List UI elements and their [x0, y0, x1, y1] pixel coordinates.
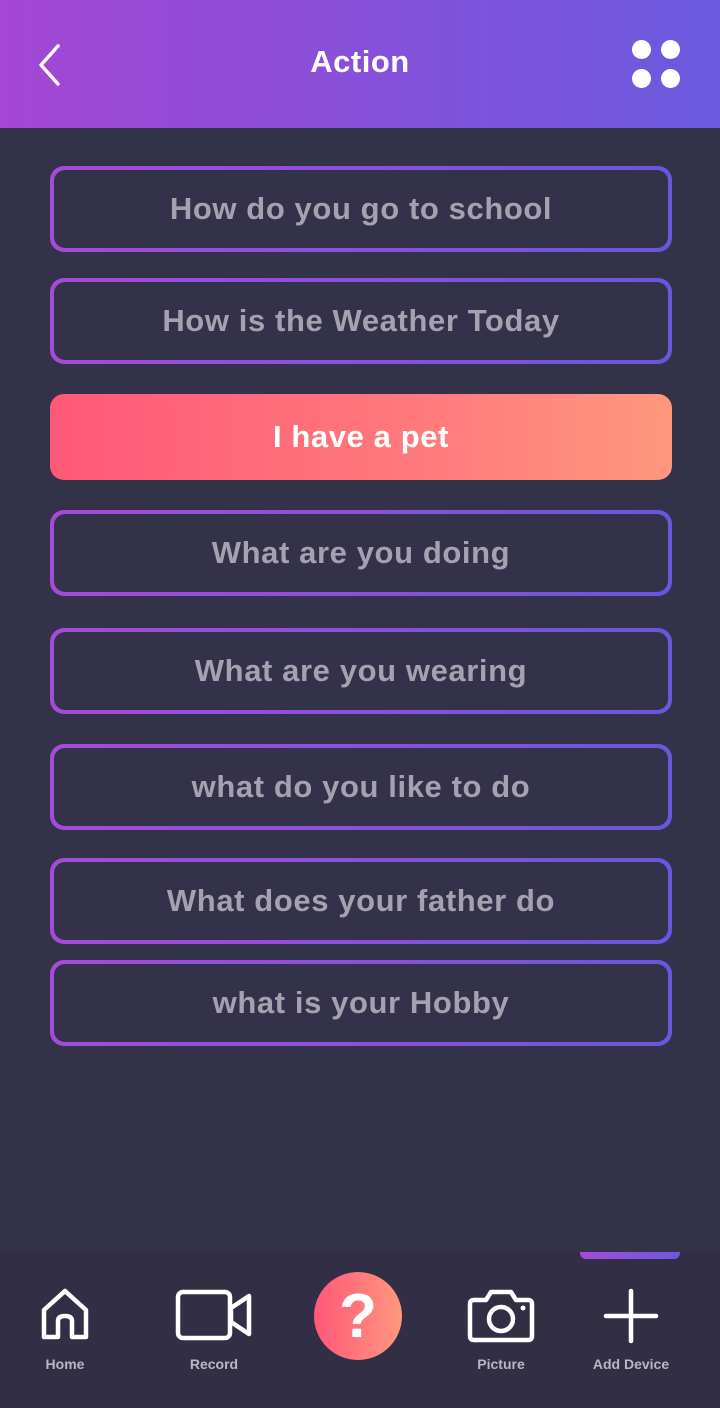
phrase-button-active[interactable]: I have a pet — [50, 394, 672, 480]
nav-picture-label: Picture — [477, 1356, 525, 1372]
phrase-label: How is the Weather Today — [162, 303, 560, 338]
phrase-label: I have a pet — [272, 419, 450, 454]
phrase-button[interactable]: what is your Hobby — [50, 960, 672, 1046]
nav-add-device[interactable]: Add Device — [571, 1268, 691, 1398]
nav-record[interactable]: Record — [154, 1268, 274, 1398]
home-icon — [41, 1288, 89, 1340]
nav-picture[interactable]: Picture — [441, 1268, 561, 1398]
phrase-label: What are you wearing — [194, 653, 528, 688]
phrase-button[interactable]: What does your father do — [50, 858, 672, 944]
nav-record-label: Record — [189, 1356, 239, 1372]
nav-add-device-label: Add Device — [592, 1356, 670, 1372]
phrase-label: what is your Hobby — [212, 985, 510, 1020]
grid-dots-icon — [632, 40, 651, 59]
page-title: Action — [310, 44, 410, 79]
phrase-button[interactable]: How is the Weather Today — [50, 278, 672, 364]
video-camera-icon — [175, 1289, 252, 1341]
nav-home[interactable]: Home — [5, 1268, 125, 1398]
action-screen: Action How do you go to school How is th… — [0, 0, 720, 1408]
phrase-button[interactable]: How do you go to school — [50, 166, 672, 252]
phrase-label: How do you go to school — [169, 191, 553, 226]
question-icon: ? — [339, 1282, 377, 1351]
plus-icon — [603, 1288, 659, 1344]
help-button[interactable]: ? — [314, 1272, 402, 1360]
menu-button[interactable] — [628, 38, 684, 92]
nav-home-label: Home — [45, 1356, 85, 1372]
phrase-button[interactable]: What are you wearing — [50, 628, 672, 714]
camera-icon — [467, 1289, 535, 1343]
header-bar: Action — [0, 0, 720, 128]
selected-tab-indicator — [580, 1252, 680, 1259]
phrase-label: what do you like to do — [191, 769, 531, 804]
phrase-button[interactable]: what do you like to do — [50, 744, 672, 830]
phrase-label: What does your father do — [166, 883, 556, 918]
phrase-button[interactable]: What are you doing — [50, 510, 672, 596]
phrase-label: What are you doing — [211, 535, 511, 570]
